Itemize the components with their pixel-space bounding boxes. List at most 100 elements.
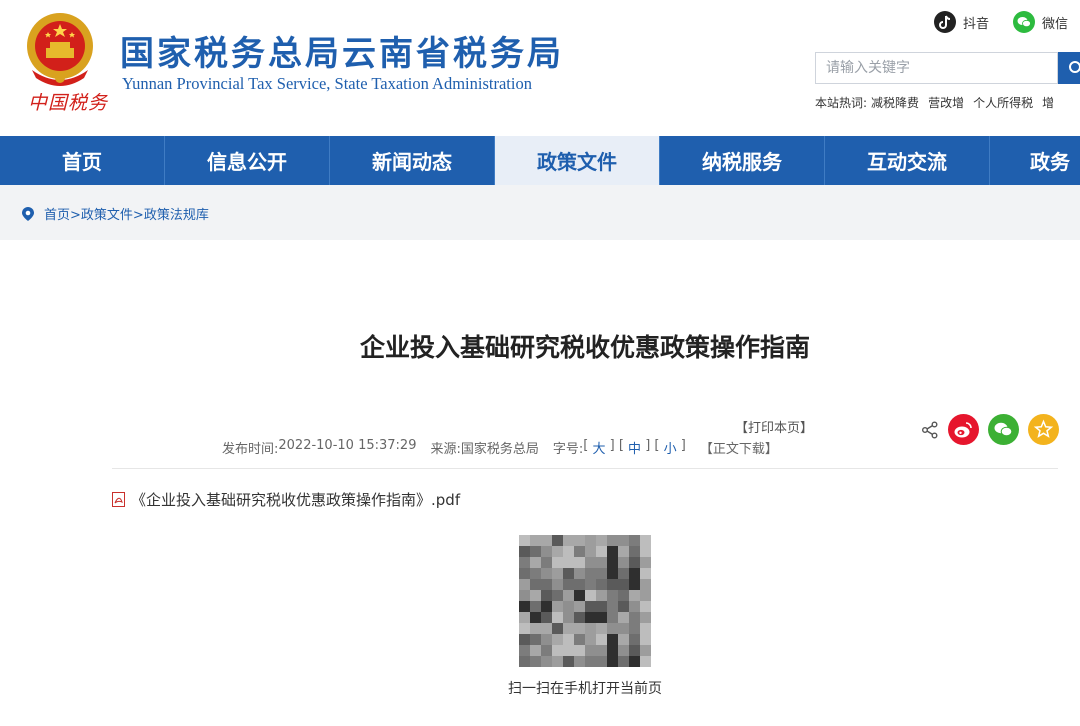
qr-module [607,568,618,579]
qr-module [585,535,596,546]
qr-module [574,535,585,546]
breadcrumb-policy-library[interactable]: 政策法规库 [144,204,209,223]
wechat-label: 微信 [1042,16,1069,32]
nav-item-home[interactable]: 首页 [0,136,165,185]
qr-module [563,601,574,612]
hot-word-link[interactable]: 个人所得税 [973,94,1033,111]
hot-word-link[interactable]: 增 [1042,94,1054,111]
qr-module [530,645,541,656]
qr-module [541,579,552,590]
hot-word-link[interactable]: 营改增 [928,94,964,111]
qr-module [640,579,651,590]
qr-module [574,645,585,656]
nav-item-policy-documents[interactable]: 政策文件 [495,136,660,185]
qr-module [519,601,530,612]
douyin-icon [934,11,956,33]
qr-module [563,579,574,590]
nav-item-news[interactable]: 新闻动态 [330,136,495,185]
qr-module [585,623,596,634]
qr-module [585,645,596,656]
china-tax-script-logo: 中国税务 [28,88,108,115]
search-input[interactable] [816,53,1066,83]
qr-module [552,546,563,557]
douyin-link[interactable]: 抖音 [934,11,989,33]
wechat-share-button[interactable] [988,414,1019,445]
qr-module [596,557,607,568]
qr-module [585,590,596,601]
favorite-button[interactable] [1028,414,1059,445]
qr-module [585,579,596,590]
qr-module [629,557,640,568]
qr-module [530,557,541,568]
breadcrumb-home[interactable]: 首页> [44,204,81,223]
qr-module [640,612,651,623]
star-icon [1033,419,1054,438]
qr-module [640,568,651,579]
nav-item-tax-services[interactable]: 纳税服务 [660,136,825,185]
qr-module [618,656,629,667]
nav-item-government[interactable]: 政务 [990,136,1080,185]
qr-module [585,634,596,645]
font-size-large-button[interactable]: 大 [592,438,605,457]
wechat-link[interactable]: 微信 [1013,11,1068,33]
qr-module [618,546,629,557]
source-value: 国家税务总局 [460,442,539,457]
qr-module [618,590,629,601]
attachment-link[interactable]: 《企业投入基础研究税收优惠政策操作指南》.pdf [112,489,460,510]
bracket: ] [676,438,686,453]
nav-item-interaction[interactable]: 互动交流 [825,136,990,185]
qr-module [640,535,651,546]
qr-caption: 扫一扫在手机打开当前页 [508,681,662,697]
qr-module [552,634,563,645]
qr-module [530,568,541,579]
qr-module [574,557,585,568]
font-size-small-button[interactable]: 小 [664,438,677,457]
qr-module [552,568,563,579]
qr-module [530,656,541,667]
site-header: 中国税务 国家税务总局云南省税务局 Yunnan Provincial Tax … [0,0,1080,136]
qr-module [629,601,640,612]
qr-module [519,568,530,579]
site-title[interactable]: 国家税务总局云南省税务局 [120,26,564,75]
qr-module [596,645,607,656]
wechat-icon [1013,11,1035,33]
location-pin-icon [22,206,34,221]
hot-word-link[interactable]: 减税降费 [871,94,919,111]
qr-module [618,535,629,546]
qr-module [596,623,607,634]
article-title: 企业投入基础研究税收优惠政策操作指南 [359,333,810,362]
qr-module [596,656,607,667]
qr-module [563,645,574,656]
douyin-label: 抖音 [963,16,990,32]
qr-module [574,612,585,623]
qr-module [563,557,574,568]
print-link[interactable]: 【打印本页】 [735,417,813,436]
qr-module [519,623,530,634]
nav-item-info-disclosure[interactable]: 信息公开 [165,136,330,185]
qr-module [541,634,552,645]
font-size-medium-button[interactable]: 中 [628,438,641,457]
download-link[interactable]: 【正文下载】 [700,438,778,457]
qr-module [640,590,651,601]
attachment-filename: 《企业投入基础研究税收优惠政策操作指南》.pdf [131,491,461,509]
qr-module [585,612,596,623]
qr-module [519,557,530,568]
qr-module [552,579,563,590]
qr-module [552,623,563,634]
search-button[interactable] [1058,52,1080,84]
qr-module [640,601,651,612]
qr-module [541,535,552,546]
qr-module [541,645,552,656]
breadcrumb-policy-documents[interactable]: 政策文件> [81,204,144,223]
qr-module [618,612,629,623]
qr-module [596,579,607,590]
qr-module [640,557,651,568]
qr-code [516,532,654,668]
pdf-file-icon [112,492,125,507]
share-icon[interactable] [921,421,939,439]
weibo-share-button[interactable] [948,414,979,445]
qr-module [574,546,585,557]
qr-module [618,601,629,612]
qr-module [519,645,530,656]
qr-module [552,590,563,601]
